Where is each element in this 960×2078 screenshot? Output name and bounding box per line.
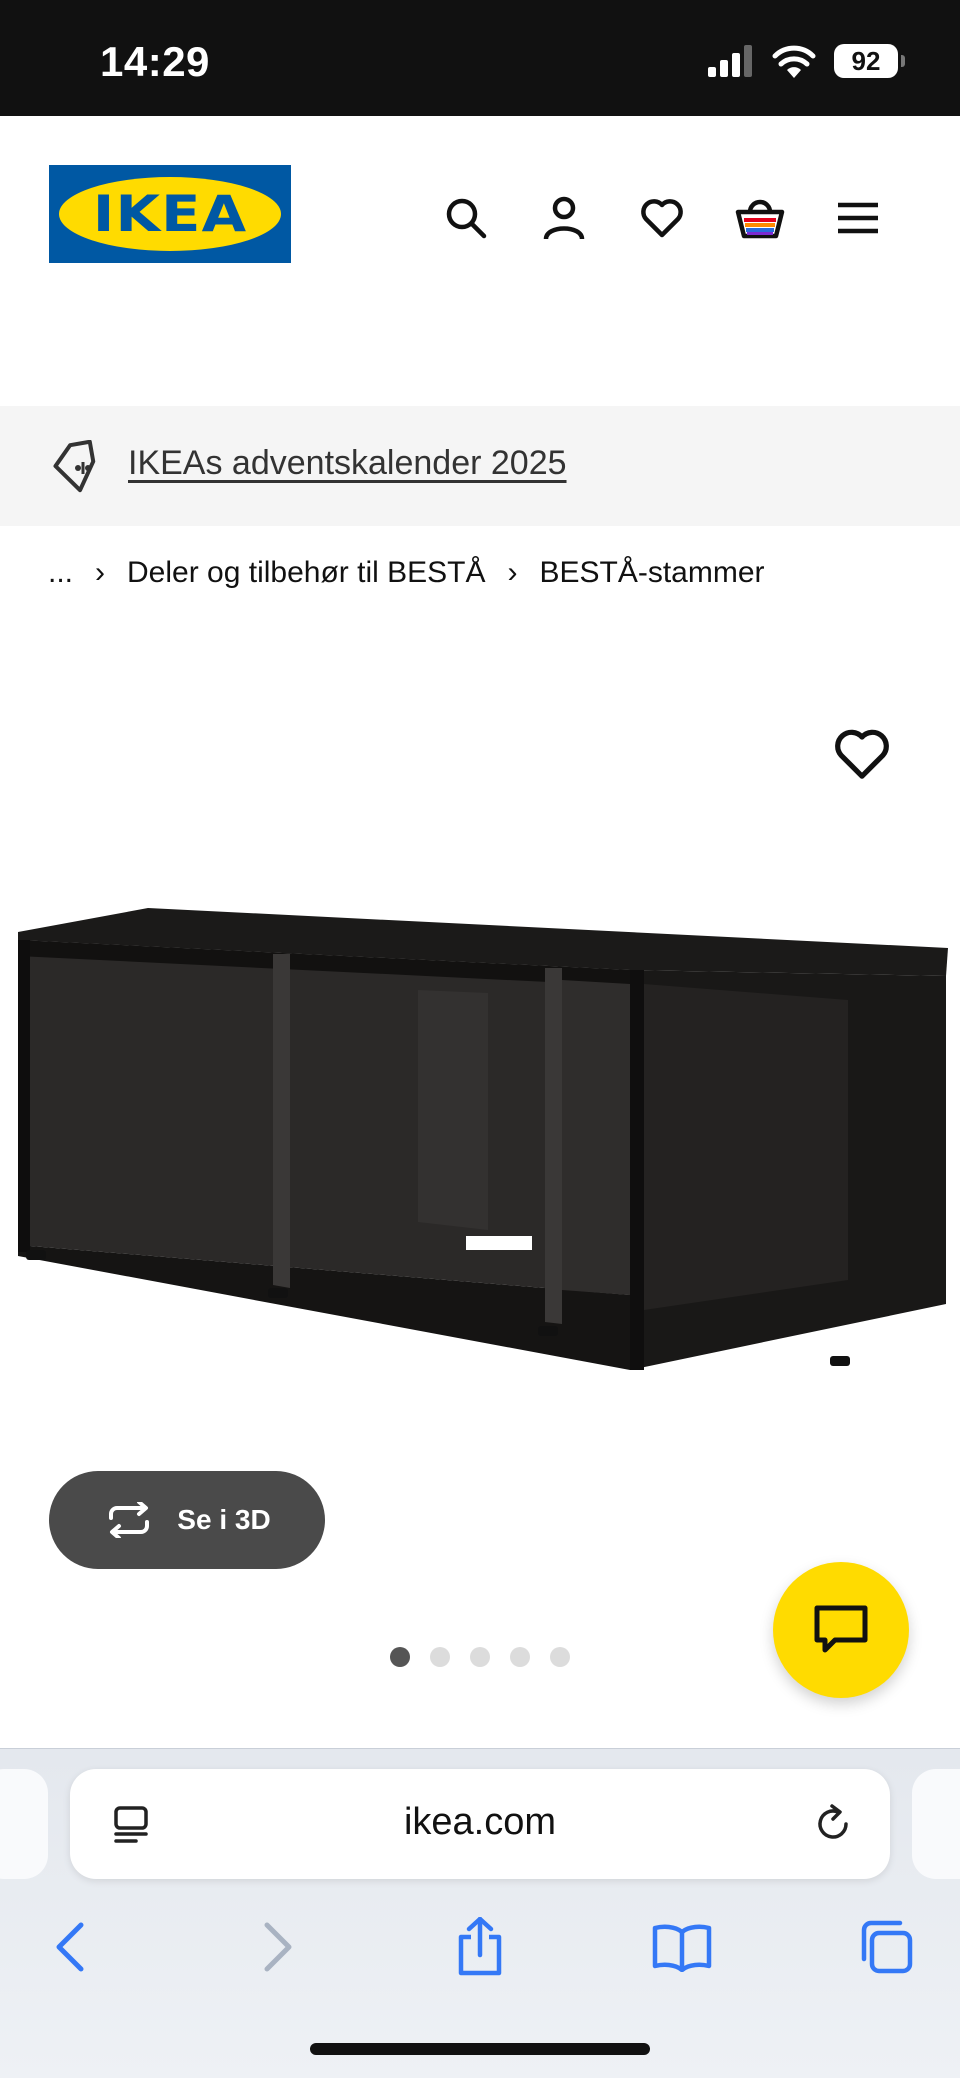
site-header: IKEA (0, 116, 960, 406)
view-3d-button[interactable]: Se i 3D (49, 1471, 325, 1569)
bookmarks-button[interactable] (646, 1911, 718, 1983)
home-indicator[interactable] (310, 2043, 650, 2055)
chevron-right-icon: › (95, 556, 106, 589)
product-image[interactable] (18, 900, 948, 1380)
carousel-dot-2[interactable] (430, 1647, 450, 1667)
logo-text: IKEA (92, 185, 248, 243)
signal-icon (708, 45, 752, 77)
carousel-dot-5[interactable] (550, 1647, 570, 1667)
heart-icon (835, 729, 889, 779)
carousel-dot-4[interactable] (510, 1647, 530, 1667)
browser-chrome: ikea.com (0, 1748, 960, 2078)
account-button[interactable] (534, 188, 594, 248)
wifi-icon (772, 45, 816, 78)
heart-icon (641, 199, 683, 238)
chat-button[interactable] (773, 1562, 909, 1698)
chevron-right-icon (264, 1922, 292, 1972)
address-bar[interactable]: ikea.com (70, 1769, 890, 1879)
advent-calendar-link[interactable]: IKEAs adventskalender 2025 (128, 444, 567, 483)
reload-icon (818, 1804, 848, 1839)
image-carousel-dots (390, 1647, 570, 1667)
breadcrumb-item-besta-parts[interactable]: Deler og tilbehør til BESTÅ (127, 556, 485, 590)
carousel-dot-3[interactable] (470, 1647, 490, 1667)
page: 14:29 92 IKEA IKEAs adventskalender 2025… (0, 0, 960, 2078)
previous-tab-preview[interactable] (0, 1769, 48, 1879)
tabs-button[interactable] (850, 1911, 922, 1983)
chevron-right-icon: › (507, 556, 518, 589)
promo-banner: IKEAs adventskalender 2025 (0, 406, 960, 526)
browser-toolbar (0, 1911, 960, 1991)
add-to-wishlist-button[interactable] (832, 726, 892, 786)
next-tab-preview[interactable] (912, 1769, 960, 1879)
url-text: ikea.com (403, 1801, 557, 1843)
battery-indicator: 92 (834, 44, 905, 78)
chevron-left-icon (56, 1922, 84, 1972)
tabs-icon (861, 1920, 913, 1974)
status-time: 14:29 (100, 38, 210, 85)
basket-button[interactable] (730, 188, 790, 248)
breadcrumb: ... › Deler og tilbehør til BESTÅ › BEST… (48, 556, 765, 590)
header-actions (436, 188, 888, 248)
tag-icon (53, 440, 96, 493)
status-indicators: 92 (708, 44, 905, 78)
share-button[interactable] (444, 1911, 516, 1983)
wishlist-button[interactable] (632, 188, 692, 248)
account-icon (543, 196, 585, 240)
basket-icon (735, 199, 785, 239)
menu-button[interactable] (828, 188, 888, 248)
ikea-logo[interactable]: IKEA (49, 165, 291, 263)
logo-oval: IKEA (59, 177, 281, 251)
book-icon (652, 1924, 712, 1972)
breadcrumb-item-besta-frames[interactable]: BESTÅ-stammer (539, 556, 764, 590)
search-button[interactable] (436, 188, 496, 248)
view-3d-label: Se i 3D (177, 1504, 271, 1535)
menu-icon (838, 202, 878, 234)
chat-bubble-icon (814, 1605, 868, 1653)
rotate-3d-icon (109, 1502, 150, 1538)
status-bar: 14:29 92 (0, 0, 960, 116)
back-button[interactable] (34, 1911, 106, 1983)
share-icon (458, 1917, 502, 1976)
search-icon (446, 198, 487, 239)
forward-button[interactable] (242, 1911, 314, 1983)
carousel-dot-1[interactable] (390, 1647, 410, 1667)
breadcrumb-ellipsis[interactable]: ... (48, 556, 73, 590)
